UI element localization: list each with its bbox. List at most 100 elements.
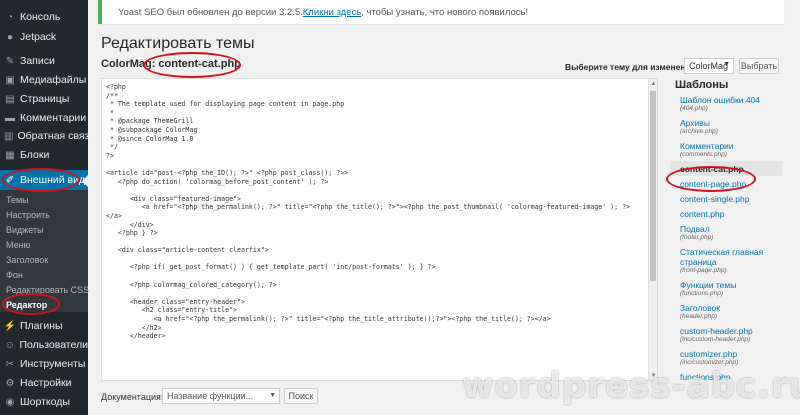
sidebar-item-label: Настройки xyxy=(20,377,72,389)
plugins-icon: ⚡ xyxy=(3,320,17,332)
dashboard-icon: ◔ xyxy=(6,11,14,23)
pin-icon: ✎ xyxy=(5,55,15,67)
sidebar-item-pages[interactable]: ▤ Страницы xyxy=(0,89,88,109)
submenu-item[interactable]: Темы xyxy=(6,195,88,205)
theme-select-label: Выберите тему для изменения: xyxy=(565,62,699,72)
template-name[interactable]: Заголовок xyxy=(680,303,782,313)
admin-sidebar: ◔ Консоль ● Jetpack ✎ Записи ▣ Медиафайлы ▤ Стран… xyxy=(0,0,95,415)
sidebar-item-label: Страницы xyxy=(20,93,70,105)
sidebar-item-users[interactable]: ☺ Пользователи xyxy=(0,335,88,355)
template-file: (comments.php) xyxy=(680,151,727,158)
template-item[interactable]: Заголовок (header.php) xyxy=(670,300,782,323)
function-select-placeholder: Название функции... xyxy=(167,391,254,401)
select-theme-button[interactable]: Выбрать xyxy=(739,58,779,74)
template-name[interactable]: customizer.php xyxy=(680,349,782,359)
template-item[interactable]: Подвал (footer.php) xyxy=(670,221,782,244)
tools-icon: ✂ xyxy=(5,358,15,370)
theme-editor-screen: ◔ Консоль ● Jetpack ✎ Записи ▣ Медиафайлы ▤ Стран… xyxy=(0,0,800,415)
sidebar-item-media[interactable]: ▣ Медиафайлы xyxy=(0,70,88,90)
notice-link[interactable]: Кликни здесь xyxy=(303,7,361,18)
template-name[interactable]: Функции темы xyxy=(680,280,782,290)
update-notice: Yoast SEO был обновлен до версии 3.2.5. … xyxy=(98,0,784,24)
scroll-thumb[interactable] xyxy=(650,91,656,281)
template-file: (404.php) xyxy=(680,105,708,112)
sidebar-item-label: Jetpack xyxy=(20,31,57,43)
sidebar-item-label: Комментарии xyxy=(20,112,87,124)
template-file: (footer.php) xyxy=(680,234,714,241)
media-icon: ▣ xyxy=(5,74,15,86)
template-file: (functions.php) xyxy=(680,290,723,297)
submenu-item[interactable]: Меню xyxy=(6,240,88,250)
sidebar-item-label: Пользователи xyxy=(19,339,88,351)
feedback-icon: ▥ xyxy=(4,130,14,142)
annotation-circle-template xyxy=(666,166,756,192)
users-icon: ☺ xyxy=(4,339,15,351)
blocks-icon: ▦ xyxy=(5,149,15,161)
sidebar-item-label: Консоль xyxy=(20,11,61,23)
chevron-down-icon: ▼ xyxy=(723,61,730,68)
template-name[interactable]: Комментарии xyxy=(680,141,782,151)
annotation-circle-editor xyxy=(2,293,60,315)
active-arrow-icon xyxy=(82,175,88,187)
template-item[interactable]: Архивы (archive.php) xyxy=(670,115,782,138)
code-content[interactable]: <?php /** * The template used for displa… xyxy=(106,83,646,341)
theme-select[interactable]: ColorMag ▼ xyxy=(684,58,734,74)
jetpack-icon: ● xyxy=(6,31,14,43)
template-file: (inc/custom-header.php) xyxy=(680,336,751,343)
scroll-up-icon[interactable]: ▲ xyxy=(649,79,657,88)
template-name[interactable]: Подвал xyxy=(680,224,782,234)
watermark: wordpress-abc.ru xyxy=(462,366,800,406)
submenu-item[interactable]: Заголовок xyxy=(6,255,88,265)
template-item[interactable]: Функции темы (functions.php) xyxy=(670,277,782,300)
template-file: (front-page.php) xyxy=(680,267,727,274)
template-file: (archive.php) xyxy=(680,128,718,135)
sidebar-item-shortcodes[interactable]: ◉ Шорткоды xyxy=(0,392,88,412)
sidebar-item-label: Плагины xyxy=(20,320,63,332)
template-item[interactable]: content.php xyxy=(670,206,782,221)
annotation-circle-appearance xyxy=(2,168,80,192)
editor-scrollbar[interactable]: ▲ ▼ xyxy=(648,79,657,380)
template-item[interactable]: Шаблон ошибки 404 (404.php) xyxy=(670,92,782,115)
sidebar-item-comments[interactable]: ▬ Комментарии xyxy=(0,108,88,128)
template-name[interactable]: custom-header.php xyxy=(680,326,782,336)
template-item[interactable]: custom-header.php (inc/custom-header.php) xyxy=(670,323,782,346)
shortcodes-icon: ◉ xyxy=(5,396,15,408)
sidebar-item-dashboard[interactable]: ◔ Консоль xyxy=(0,7,88,27)
code-editor[interactable]: <?php /** * The template used for displa… xyxy=(101,78,658,381)
sidebar-item-plugins[interactable]: ⚡ Плагины xyxy=(0,316,88,336)
sidebar-item-label: Медиафайлы xyxy=(20,74,87,86)
template-name[interactable]: Архивы xyxy=(680,118,782,128)
template-name[interactable]: Статическая главная страница xyxy=(680,247,782,267)
page-title: Редактировать темы xyxy=(101,35,255,52)
sidebar-item-label: Записи xyxy=(20,55,55,67)
sidebar-item-label: Блоки xyxy=(20,149,50,161)
notice-text-after: , чтобы узнать, что нового появилось! xyxy=(361,6,529,18)
comments-icon: ▬ xyxy=(5,112,15,124)
sidebar-item-settings[interactable]: ⚙ Настройки xyxy=(0,373,88,393)
submenu-item[interactable]: Настроить xyxy=(6,210,88,220)
function-select[interactable]: Название функции... ▼ xyxy=(162,388,280,404)
submenu-item[interactable]: Фон xyxy=(6,270,88,280)
template-file: (header.php) xyxy=(680,313,717,320)
annotation-circle-filename xyxy=(143,52,241,78)
sidebar-item-tools[interactable]: ✂ Инструменты xyxy=(0,354,88,374)
notice-text-before: Yoast SEO был обновлен до версии 3.2.5. xyxy=(118,6,303,18)
template-name[interactable]: Шаблон ошибки 404 xyxy=(680,95,782,105)
sidebar-item-label: Инструменты xyxy=(20,358,86,370)
search-button[interactable]: Поиск xyxy=(284,388,318,404)
sidebar-item-pin[interactable]: ✎ Записи xyxy=(0,51,88,71)
templates-title: Шаблоны xyxy=(675,79,729,91)
template-name[interactable]: content.php xyxy=(680,209,782,219)
sidebar-item-feedback[interactable]: ▥ Обратная связь xyxy=(0,126,95,146)
sidebar-item-jetpack[interactable]: ● Jetpack xyxy=(0,27,88,47)
sidebar-item-label: Шорткоды xyxy=(20,396,70,408)
template-name[interactable]: content-single.php xyxy=(680,194,782,204)
chevron-down-icon: ▼ xyxy=(269,392,276,399)
template-item[interactable]: Комментарии (comments.php) xyxy=(670,138,782,161)
settings-icon: ⚙ xyxy=(5,377,15,389)
sidebar-item-label: Обратная связь xyxy=(17,130,95,142)
sidebar-item-blocks[interactable]: ▦ Блоки xyxy=(0,145,88,165)
template-item[interactable]: Статическая главная страница (front-page.… xyxy=(670,244,782,277)
submenu-item[interactable]: Виджеты xyxy=(6,225,88,235)
template-item[interactable]: content-single.php xyxy=(670,191,782,206)
